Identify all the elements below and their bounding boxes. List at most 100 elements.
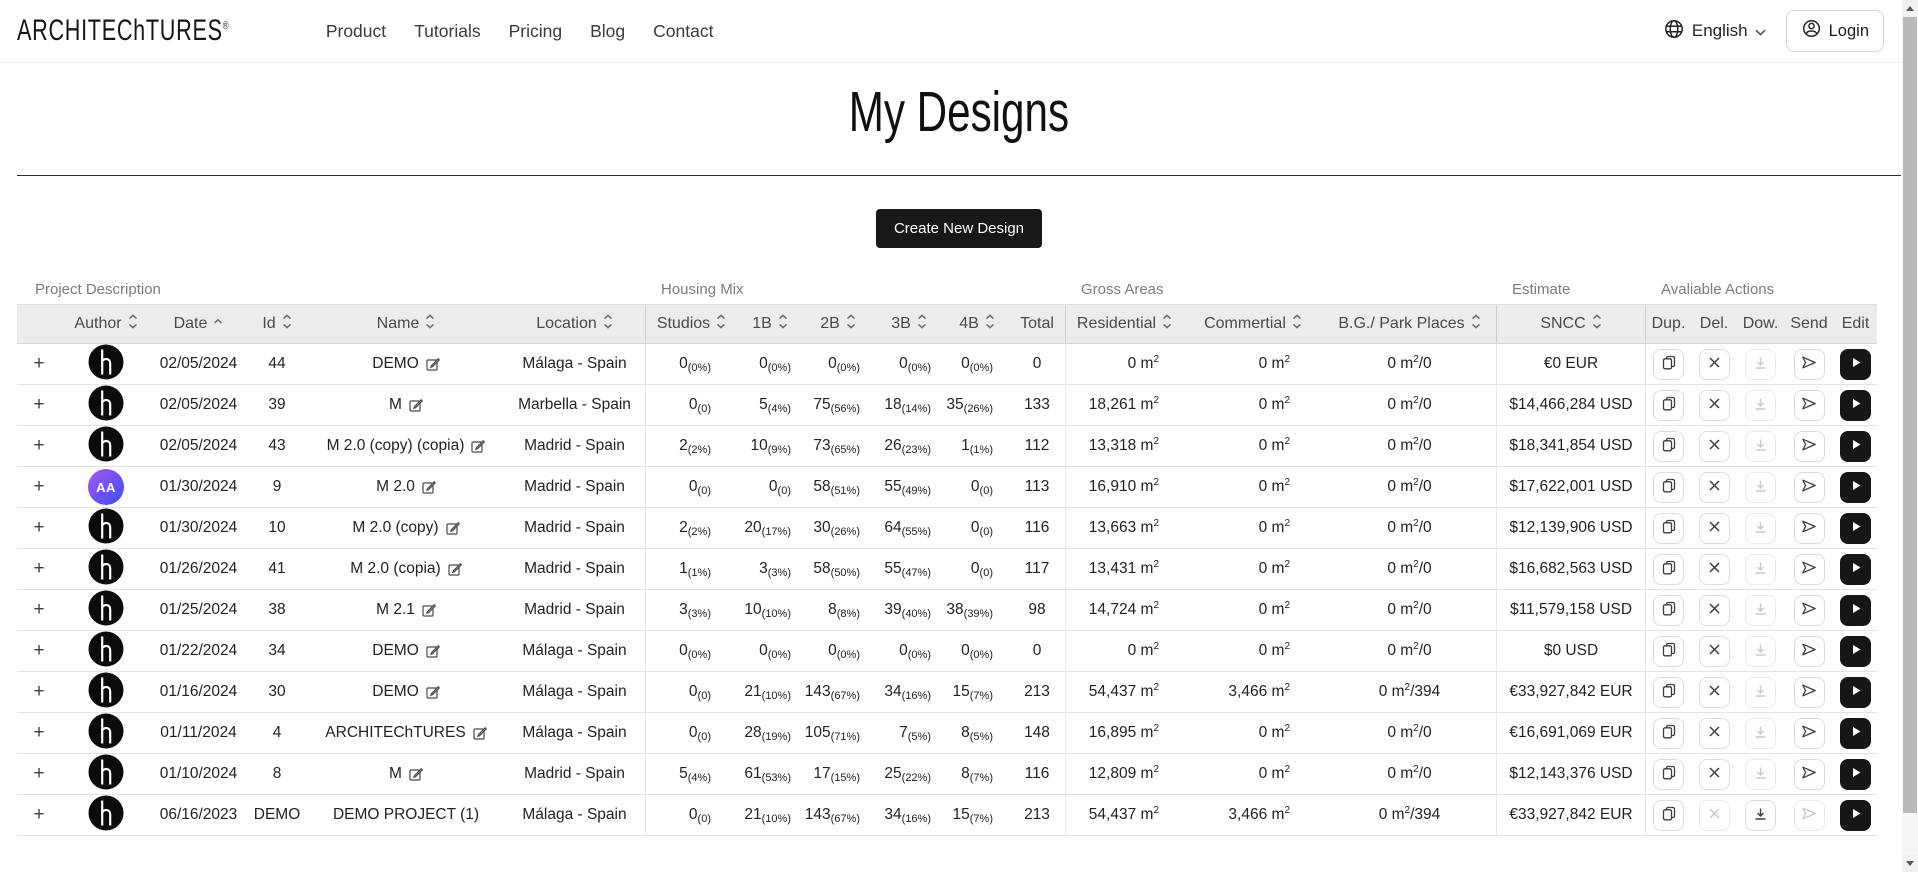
column-header-date[interactable]: Date [151,305,246,343]
column-header-b2[interactable]: 2B [803,305,873,343]
dup-button[interactable] [1653,472,1684,503]
del-button[interactable] [1699,472,1730,503]
create-new-design-button[interactable]: Create New Design [876,209,1042,248]
send-button[interactable] [1794,595,1825,626]
column-header-b4[interactable]: 4B [945,305,1009,343]
del-button[interactable] [1699,431,1730,462]
column-header-name[interactable]: Name [308,305,504,343]
expand-row-button[interactable]: + [33,353,44,375]
del-button[interactable] [1699,349,1730,380]
dup-button[interactable] [1653,759,1684,790]
main-nav: Product Tutorials Pricing Blog Contact [326,21,714,42]
column-header-b3[interactable]: 3B [873,305,945,343]
edit-name-icon[interactable] [426,685,440,699]
del-button[interactable] [1699,636,1730,667]
edit-button[interactable] [1840,677,1871,708]
b2-cell: 58(51%) [803,467,873,507]
dup-button[interactable] [1653,595,1684,626]
nav-link-pricing[interactable]: Pricing [509,21,563,42]
send-button[interactable] [1794,636,1825,667]
dup-button[interactable] [1653,513,1684,544]
dup-button[interactable] [1653,349,1684,380]
edit-name-icon[interactable] [446,521,460,535]
edit-button[interactable] [1840,718,1871,749]
send-button[interactable] [1794,759,1825,790]
expand-row-button[interactable]: + [33,517,44,539]
del-button[interactable] [1699,718,1730,749]
column-header-residential[interactable]: Residential [1065,305,1183,343]
vertical-scrollbar[interactable] [1902,0,1918,872]
column-header-commertial[interactable]: Commertial [1183,305,1323,343]
send-button[interactable] [1794,472,1825,503]
expand-row-button[interactable]: + [33,599,44,621]
expand-row-button[interactable]: + [33,476,44,498]
del-button[interactable] [1699,759,1730,790]
send-button[interactable] [1794,431,1825,462]
nav-link-tutorials[interactable]: Tutorials [414,21,480,42]
expand-row-button[interactable]: + [33,681,44,703]
nav-link-contact[interactable]: Contact [653,21,713,42]
edit-name-icon[interactable] [471,439,485,453]
del-button[interactable] [1699,677,1730,708]
expand-row-button[interactable]: + [33,722,44,744]
del-button[interactable] [1699,390,1730,421]
edit-button[interactable] [1840,800,1871,831]
expand-row-button[interactable]: + [33,804,44,826]
expand-row-button[interactable]: + [33,763,44,785]
edit-name-icon[interactable] [426,644,440,658]
dup-button[interactable] [1653,677,1684,708]
column-header-b1[interactable]: 1B [737,305,803,343]
brand-logo[interactable]: ARCHITEChTURES® [17,14,229,48]
language-selector[interactable]: English [1663,18,1766,45]
scroll-down-button[interactable] [1902,855,1918,872]
edit-button[interactable] [1840,349,1871,380]
column-header-studios[interactable]: Studios [645,305,737,343]
edit-name-icon[interactable] [422,603,436,617]
column-header-id[interactable]: Id [246,305,308,343]
dup-button[interactable] [1653,554,1684,585]
nav-link-product[interactable]: Product [326,21,386,42]
dup-button[interactable] [1653,636,1684,667]
play-icon [1850,438,1862,454]
send-button[interactable] [1794,718,1825,749]
expand-row-button[interactable]: + [33,640,44,662]
edit-name-icon[interactable] [448,562,462,576]
column-header-sncc[interactable]: SNCC [1496,305,1645,343]
dup-button[interactable] [1653,431,1684,462]
edit-name-icon[interactable] [473,726,487,740]
dup-button[interactable] [1653,800,1684,831]
expand-row-button[interactable]: + [33,558,44,580]
dow-button[interactable] [1745,800,1776,831]
column-header-bg[interactable]: B.G./ Park Places [1323,305,1496,343]
del-button[interactable] [1699,595,1730,626]
edit-name-icon[interactable] [409,398,423,412]
send-button[interactable] [1794,349,1825,380]
send-button[interactable] [1794,677,1825,708]
send-button[interactable] [1794,390,1825,421]
edit-name-icon[interactable] [426,357,440,371]
expand-row-button[interactable]: + [33,394,44,416]
edit-button[interactable] [1840,513,1871,544]
send-button[interactable] [1794,554,1825,585]
login-button[interactable]: Login [1786,10,1884,52]
edit-button[interactable] [1840,390,1871,421]
send-button[interactable] [1794,513,1825,544]
scrollbar-thumb[interactable] [1903,17,1917,813]
edit-name-icon[interactable] [422,480,436,494]
edit-button[interactable] [1840,636,1871,667]
edit-button[interactable] [1840,595,1871,626]
edit-button[interactable] [1840,472,1871,503]
del-button[interactable] [1699,513,1730,544]
edit-name-icon[interactable] [409,767,423,781]
column-header-location[interactable]: Location [504,305,645,343]
column-header-author[interactable]: Author [61,305,151,343]
expand-row-button[interactable]: + [33,435,44,457]
edit-button[interactable] [1840,431,1871,462]
edit-button[interactable] [1840,759,1871,790]
dup-button[interactable] [1653,390,1684,421]
dup-button[interactable] [1653,718,1684,749]
nav-link-blog[interactable]: Blog [590,21,625,42]
edit-button[interactable] [1840,554,1871,585]
del-button[interactable] [1699,554,1730,585]
scroll-up-button[interactable] [1902,0,1918,17]
